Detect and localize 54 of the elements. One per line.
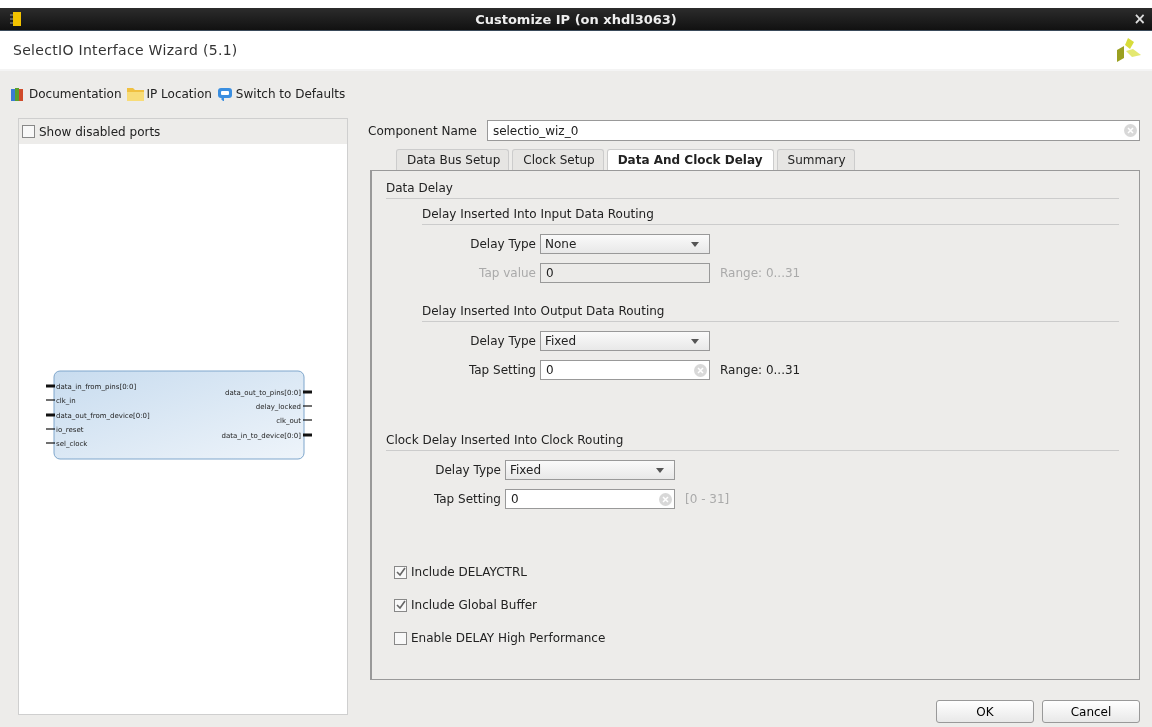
checkbox[interactable] [22,125,35,138]
group-title: Clock Delay Inserted Into Clock Routing [386,433,1119,451]
checkbox[interactable] [394,598,407,612]
tab[interactable]: Summary [776,149,855,170]
toolbar-link[interactable]: IP Location [126,87,212,101]
group-title: Data Delay [386,181,1119,199]
close-button[interactable]: × [1133,11,1146,27]
delay-type-dropdown[interactable]: Fixed [540,331,710,351]
tab[interactable]: Data And Clock Delay [606,149,774,170]
range-hint: [0 - 31] [685,492,730,506]
port-pin [303,433,312,437]
checkbox-label: Include DELAYCTRL [411,565,527,579]
caret-icon [656,467,664,473]
delay-type-dropdown[interactable]: Fixed [505,460,675,480]
checkbox-label: Include Global Buffer [411,598,537,612]
delay-type-dropdown[interactable]: None [540,234,710,254]
clear-icon [1124,124,1137,137]
tap-field[interactable]: 0 [540,360,710,380]
clear-icon [659,492,672,506]
port-pin [46,413,55,417]
caret-icon [691,241,699,247]
books-icon [10,86,26,102]
checkbox-label: Show disabled ports [39,124,161,139]
checkbox[interactable] [394,565,407,579]
field-label: Component Name [368,123,477,138]
port-pin [46,384,55,388]
dialog-button[interactable]: Cancel [1042,700,1140,723]
field-label: Tap value [478,266,537,280]
field-label: Tap Setting [467,363,537,377]
tab[interactable]: Data Bus Setup [396,149,510,170]
field-label: Delay Type [469,237,537,251]
component-name-field[interactable]: selectio_wiz_0 [486,120,1140,141]
checkbox-label: Enable DELAY High Performance [411,631,606,645]
range-hint: Range: 0...31 [720,363,801,377]
group-title: Delay Inserted Into Input Data Routing [422,207,1119,225]
field-label: Tap Setting [432,492,502,506]
toolbar-link[interactable]: Switch to Defaults [216,87,346,101]
tap-field[interactable]: 0 [505,489,675,509]
logo-icon [1116,38,1142,62]
chip-icon [10,11,24,27]
field-label: Delay Type [434,463,502,477]
dialog-button[interactable]: OK [936,700,1034,723]
toolbar-link[interactable]: Documentation [10,86,122,102]
group-title: Delay Inserted Into Output Data Routing [422,304,1119,322]
clear-icon [694,363,707,377]
tab[interactable]: Clock Setup [512,149,604,170]
port-pin [303,390,312,394]
folder-icon [126,87,144,101]
range-hint: Range: 0...31 [720,266,801,280]
checkbox[interactable] [394,631,407,645]
field-label: Delay Type [469,334,537,348]
wizard-title: SelectIO Interface Wizard (5.1) [13,42,238,58]
window-title: Customize IP (on xhdl3063) [475,11,677,27]
caret-icon [691,338,699,344]
